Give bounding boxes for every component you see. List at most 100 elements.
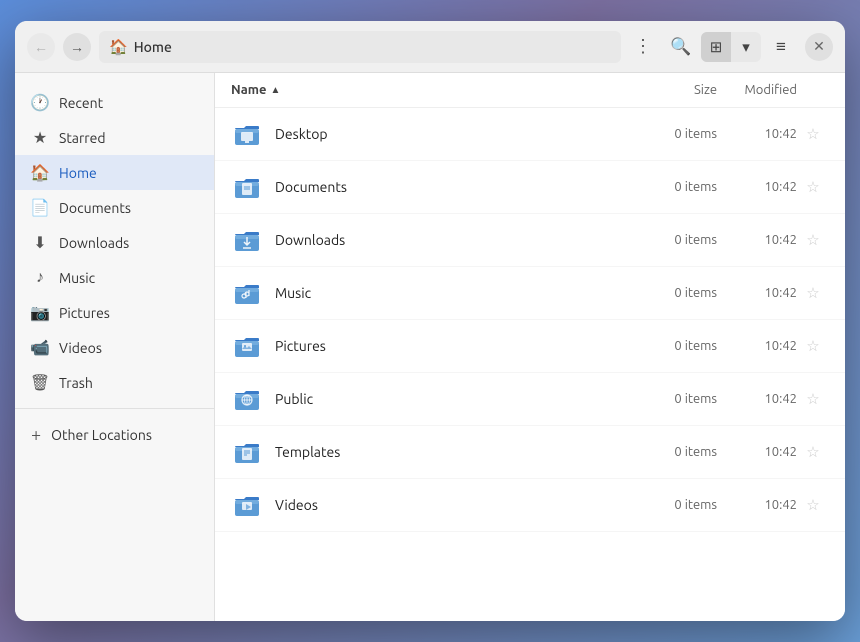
- file-star-pictures[interactable]: ☆: [797, 337, 829, 355]
- close-button[interactable]: ✕: [805, 33, 833, 61]
- view-toggle-group: ⊞ ▾: [701, 32, 761, 62]
- filelist-header: Name ▲ Size Modified: [215, 73, 845, 108]
- file-size-templates: 0 items: [637, 445, 717, 459]
- pictures-icon: 📷: [31, 303, 49, 322]
- file-modified-desktop: 10:42: [717, 127, 797, 141]
- starred-icon: ★: [31, 128, 49, 147]
- hamburger-menu-button[interactable]: ≡: [765, 31, 797, 63]
- sidebar-item-trash[interactable]: 🗑 Trash: [15, 365, 214, 400]
- home-address-icon: 🏠: [109, 38, 128, 56]
- downloads-label: Downloads: [59, 235, 129, 251]
- grid-view-button[interactable]: ⊞: [701, 32, 731, 62]
- address-menu-button[interactable]: ⋮: [629, 33, 657, 61]
- pictures-label: Pictures: [59, 305, 110, 321]
- sidebar-item-documents[interactable]: 📄Documents: [15, 190, 214, 225]
- file-modified-pictures: 10:42: [717, 339, 797, 353]
- size-column-header[interactable]: Size: [637, 83, 717, 97]
- file-name-videos: Videos: [275, 497, 318, 513]
- file-star-videos[interactable]: ☆: [797, 496, 829, 514]
- file-name-cell-music: Music: [231, 277, 637, 309]
- file-modified-templates: 10:42: [717, 445, 797, 459]
- file-name-desktop: Desktop: [275, 126, 328, 142]
- recent-icon: 🕐: [31, 93, 49, 112]
- file-manager-window: ← → 🏠 Home ⋮ 🔍 ⊞ ▾ ≡ ✕ 🕐 Recent ★ Starred 🏠 H…: [15, 21, 845, 621]
- file-name-cell-pictures: Pictures: [231, 330, 637, 362]
- sidebar: 🕐 Recent ★ Starred 🏠 Home 📄Documents ⬇ Downloads…: [15, 73, 215, 621]
- modified-column-header[interactable]: Modified: [717, 83, 797, 97]
- file-rows-container: Desktop0 items10:42☆ Documents0 items10:…: [215, 108, 845, 532]
- address-text: Home: [134, 39, 172, 55]
- documents-icon: 📄: [31, 198, 49, 217]
- sidebar-item-music[interactable]: ♪Music: [15, 260, 214, 295]
- home-label: Home: [59, 165, 97, 181]
- starred-label: Starred: [59, 130, 106, 146]
- table-row[interactable]: Desktop 0 items10:42☆: [215, 108, 845, 161]
- file-size-music: 0 items: [637, 286, 717, 300]
- file-name-cell-templates: Templates: [231, 436, 637, 468]
- file-star-desktop[interactable]: ☆: [797, 125, 829, 143]
- table-row[interactable]: Videos 0 items10:42☆: [215, 479, 845, 532]
- file-name-documents: Documents: [275, 179, 347, 195]
- table-row[interactable]: Pictures0 items10:42☆: [215, 320, 845, 373]
- file-size-desktop: 0 items: [637, 127, 717, 141]
- table-row[interactable]: Downloads 0 items10:42☆: [215, 214, 845, 267]
- file-name-cell-desktop: Desktop: [231, 118, 637, 150]
- folder-icon-documents: [231, 171, 263, 203]
- trash-label: Trash: [59, 375, 93, 391]
- folder-icon-music: [231, 277, 263, 309]
- recent-label: Recent: [59, 95, 103, 111]
- file-list: Name ▲ Size Modified Desktop0 items10:42…: [215, 73, 845, 621]
- home-icon: 🏠: [31, 163, 49, 182]
- sidebar-item-home[interactable]: 🏠 Home: [15, 155, 214, 190]
- sidebar-item-downloads[interactable]: ⬇ Downloads: [15, 225, 214, 260]
- other-locations-label: Other Locations: [51, 427, 152, 443]
- table-row[interactable]: Public 0 items10:42☆: [215, 373, 845, 426]
- folder-icon-public: [231, 383, 263, 415]
- videos-label: Videos: [59, 340, 102, 356]
- back-button[interactable]: ←: [27, 33, 55, 61]
- file-star-documents[interactable]: ☆: [797, 178, 829, 196]
- file-star-templates[interactable]: ☆: [797, 443, 829, 461]
- sidebar-divider: [15, 408, 214, 409]
- sidebar-item-pictures[interactable]: 📷 Pictures: [15, 295, 214, 330]
- file-name-pictures: Pictures: [275, 338, 326, 354]
- view-dropdown-button[interactable]: ▾: [731, 32, 761, 62]
- file-star-downloads[interactable]: ☆: [797, 231, 829, 249]
- music-icon: ♪: [31, 268, 49, 287]
- file-star-music[interactable]: ☆: [797, 284, 829, 302]
- file-name-public: Public: [275, 391, 313, 407]
- table-row[interactable]: Documents0 items10:42☆: [215, 161, 845, 214]
- downloads-icon: ⬇: [31, 233, 49, 252]
- file-name-cell-videos: Videos: [231, 489, 637, 521]
- file-name-music: Music: [275, 285, 311, 301]
- folder-icon-downloads: [231, 224, 263, 256]
- file-modified-downloads: 10:42: [717, 233, 797, 247]
- file-size-videos: 0 items: [637, 498, 717, 512]
- file-size-documents: 0 items: [637, 180, 717, 194]
- file-name-downloads: Downloads: [275, 232, 345, 248]
- sort-arrow-icon: ▲: [270, 84, 280, 96]
- search-button[interactable]: 🔍: [665, 31, 697, 63]
- sidebar-item-recent[interactable]: 🕐 Recent: [15, 85, 214, 120]
- file-modified-videos: 10:42: [717, 498, 797, 512]
- other-locations-item[interactable]: + Other Locations: [15, 417, 214, 453]
- file-size-downloads: 0 items: [637, 233, 717, 247]
- file-name-cell-public: Public: [231, 383, 637, 415]
- trash-icon: 🗑: [31, 373, 49, 392]
- name-column-header[interactable]: Name ▲: [231, 83, 637, 97]
- add-icon: +: [31, 425, 41, 445]
- file-name-templates: Templates: [275, 444, 340, 460]
- file-modified-music: 10:42: [717, 286, 797, 300]
- file-star-public[interactable]: ☆: [797, 390, 829, 408]
- table-row[interactable]: Music 0 items10:42☆: [215, 267, 845, 320]
- sidebar-item-starred[interactable]: ★ Starred: [15, 120, 214, 155]
- table-row[interactable]: Templates 0 items10:42☆: [215, 426, 845, 479]
- videos-icon: 📹: [31, 338, 49, 357]
- forward-button[interactable]: →: [63, 33, 91, 61]
- content-area: 🕐Recent★Starred🏠Home📄Documents⬇Downloads…: [15, 73, 845, 621]
- sidebar-item-videos[interactable]: 📹 Videos: [15, 330, 214, 365]
- file-size-public: 0 items: [637, 392, 717, 406]
- toolbar-actions: 🔍 ⊞ ▾ ≡: [665, 31, 797, 63]
- folder-icon-pictures: [231, 330, 263, 362]
- file-modified-public: 10:42: [717, 392, 797, 406]
